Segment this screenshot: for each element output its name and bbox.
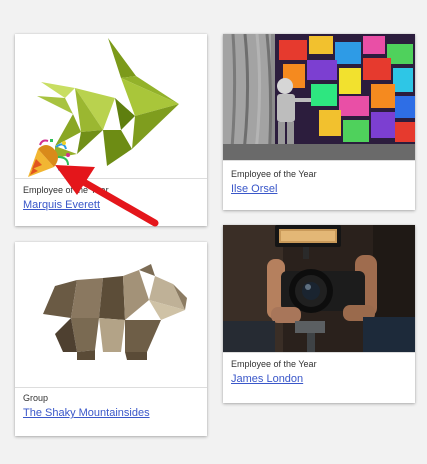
employee-card-ilse-orsel[interactable]: Employee of the Year Ilse Orsel [223, 34, 415, 210]
group-card-shaky-mountainsides[interactable]: Group The Shaky Mountainsides [15, 242, 207, 436]
card-divider [223, 352, 415, 353]
card-caption: Employee of the Year [231, 359, 317, 369]
origami-bear-image [15, 242, 207, 387]
card-caption: Employee of the Year [231, 169, 317, 179]
group-link[interactable]: The Shaky Mountainsides [23, 406, 199, 420]
card-caption: Group [23, 393, 49, 403]
employee-link[interactable]: Ilse Orsel [231, 182, 407, 196]
red-arrow-icon [55, 165, 159, 227]
photographer-camera-image [223, 225, 415, 352]
employee-link[interactable]: James London [231, 372, 407, 386]
employee-card-james-london[interactable]: Employee of the Year James London [223, 225, 415, 403]
card-divider [223, 160, 415, 161]
card-divider [15, 387, 207, 388]
child-painting-curtain-image [223, 34, 415, 160]
